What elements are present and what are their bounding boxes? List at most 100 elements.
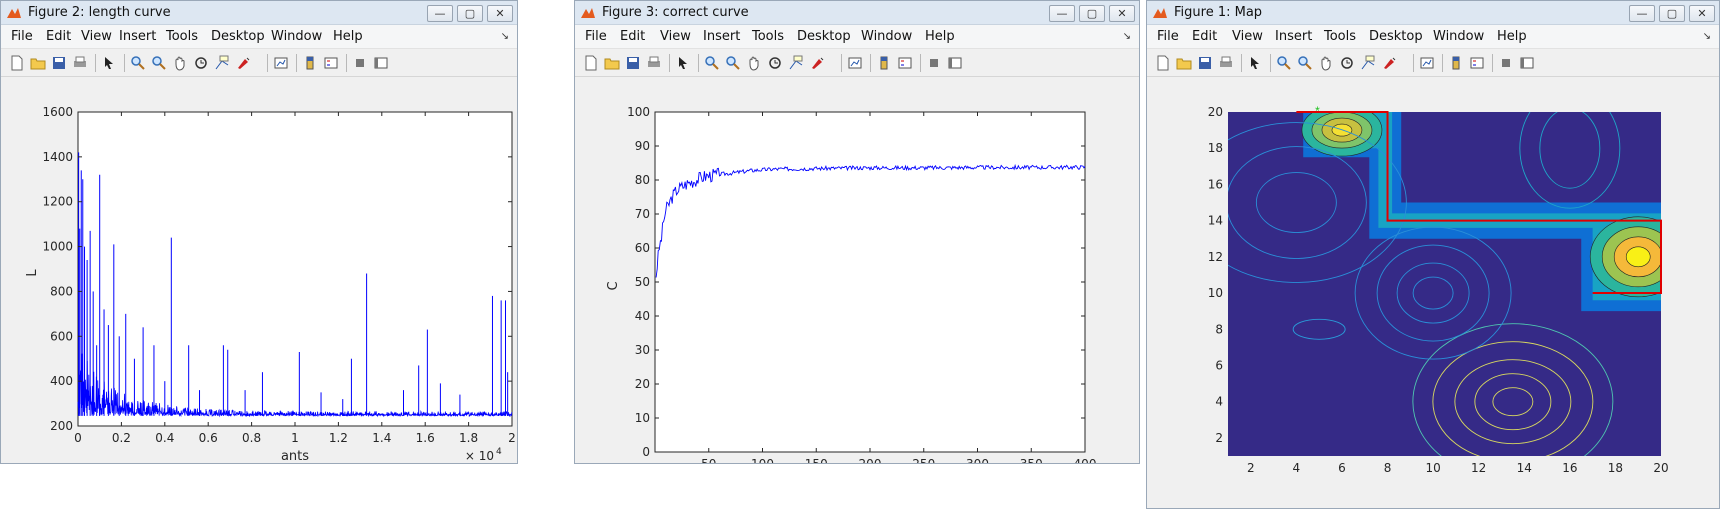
colorbar-icon[interactable] <box>302 55 318 71</box>
figure1-window[interactable]: Figure 1: Map — ▢ ✕ File Edit View Inser… <box>1146 0 1720 509</box>
menu-insert[interactable]: Insert <box>1275 29 1312 44</box>
show-plot-tools-icon[interactable] <box>1519 55 1535 71</box>
menu-help[interactable]: Help <box>925 29 955 44</box>
menu-desktop[interactable]: Desktop <box>797 29 851 44</box>
zoom-in-icon[interactable] <box>1276 55 1292 71</box>
rotate-icon[interactable] <box>193 55 209 71</box>
minimize-button[interactable]: — <box>1629 5 1655 22</box>
legend-icon[interactable] <box>323 55 339 71</box>
menu-desktop[interactable]: Desktop <box>1369 29 1423 44</box>
dock-arrow-icon[interactable]: ↘ <box>501 31 509 42</box>
menu-edit[interactable]: Edit <box>620 29 645 44</box>
hide-plot-tools-icon[interactable] <box>1498 55 1514 71</box>
zoom-out-icon[interactable] <box>725 55 741 71</box>
dock-arrow-icon[interactable]: ↘ <box>1703 31 1711 42</box>
colorbar-icon[interactable] <box>1448 55 1464 71</box>
pan-icon[interactable] <box>172 55 188 71</box>
figure3-window[interactable]: Figure 3: correct curve — ▢ ✕ File Edit … <box>574 0 1140 464</box>
menu-file[interactable]: File <box>11 29 33 44</box>
menu-edit[interactable]: Edit <box>46 29 71 44</box>
figure2-titlebar[interactable]: Figure 2: length curve — ▢ ✕ <box>1 1 517 25</box>
print-icon[interactable] <box>646 55 662 71</box>
save-icon[interactable] <box>51 55 67 71</box>
brush-icon[interactable] <box>1381 55 1397 71</box>
legend-icon[interactable] <box>1469 55 1485 71</box>
minimize-button[interactable]: — <box>427 5 453 22</box>
print-icon[interactable] <box>1218 55 1234 71</box>
minimize-button[interactable]: — <box>1049 5 1075 22</box>
menu-help[interactable]: Help <box>333 29 363 44</box>
show-plot-tools-icon[interactable] <box>373 55 389 71</box>
menu-file[interactable]: File <box>585 29 607 44</box>
pan-icon[interactable] <box>746 55 762 71</box>
print-icon[interactable] <box>72 55 88 71</box>
figure2-window[interactable]: Figure 2: length curve — ▢ ✕ File Edit V… <box>0 0 518 464</box>
y-tick-label: 10 <box>635 411 650 425</box>
open-icon[interactable] <box>604 55 620 71</box>
figure3-titlebar[interactable]: Figure 3: correct curve — ▢ ✕ <box>575 1 1139 25</box>
data-cursor-icon[interactable] <box>1360 55 1376 71</box>
menu-window[interactable]: Window <box>271 29 322 44</box>
brush-icon[interactable] <box>235 55 251 71</box>
colorbar-icon[interactable] <box>876 55 892 71</box>
open-icon[interactable] <box>30 55 46 71</box>
menu-view[interactable]: View <box>81 29 112 44</box>
close-button[interactable]: ✕ <box>1689 5 1715 22</box>
y-tick-label: 16 <box>1208 177 1223 191</box>
new-figure-icon[interactable] <box>9 55 25 71</box>
menu-insert[interactable]: Insert <box>703 29 740 44</box>
menu-help[interactable]: Help <box>1497 29 1527 44</box>
menu-tools[interactable]: Tools <box>1324 29 1356 44</box>
dock-arrow-icon[interactable]: ↘ <box>1123 31 1131 42</box>
y-tick-label: 30 <box>635 343 650 357</box>
y-tick-label: 400 <box>50 374 73 388</box>
x-tick-label: 4 <box>1293 461 1301 475</box>
link-plot-icon[interactable] <box>273 55 289 71</box>
link-plot-icon[interactable] <box>847 55 863 71</box>
menu-file[interactable]: File <box>1157 29 1179 44</box>
maximize-button[interactable]: ▢ <box>1659 5 1685 22</box>
pointer-icon[interactable] <box>675 55 691 71</box>
y-tick-label: 70 <box>635 207 650 221</box>
close-button[interactable]: ✕ <box>487 5 513 22</box>
zoom-out-icon[interactable] <box>1297 55 1313 71</box>
menu-view[interactable]: View <box>1232 29 1263 44</box>
rotate-icon[interactable] <box>767 55 783 71</box>
data-cursor-icon[interactable] <box>214 55 230 71</box>
menu-window[interactable]: Window <box>1433 29 1484 44</box>
x-tick-label: 0 <box>74 431 82 445</box>
new-figure-icon[interactable] <box>583 55 599 71</box>
legend-icon[interactable] <box>897 55 913 71</box>
menu-desktop[interactable]: Desktop <box>211 29 265 44</box>
show-plot-tools-icon[interactable] <box>947 55 963 71</box>
hide-plot-tools-icon[interactable] <box>352 55 368 71</box>
data-cursor-icon[interactable] <box>788 55 804 71</box>
link-plot-icon[interactable] <box>1419 55 1435 71</box>
menu-tools[interactable]: Tools <box>752 29 784 44</box>
menu-insert[interactable]: Insert <box>119 29 156 44</box>
new-figure-icon[interactable] <box>1155 55 1171 71</box>
figure1-titlebar[interactable]: Figure 1: Map — ▢ ✕ <box>1147 1 1719 25</box>
axes-box <box>654 111 1086 453</box>
zoom-out-icon[interactable] <box>151 55 167 71</box>
menu-edit[interactable]: Edit <box>1192 29 1217 44</box>
zoom-in-icon[interactable] <box>704 55 720 71</box>
save-icon[interactable] <box>1197 55 1213 71</box>
pointer-icon[interactable] <box>101 55 117 71</box>
hide-plot-tools-icon[interactable] <box>926 55 942 71</box>
brush-icon[interactable] <box>809 55 825 71</box>
maximize-button[interactable]: ▢ <box>1079 5 1105 22</box>
plot-area: 50 100 150 200 250 300 350 400 0 10 20 30 40 50 60 70 80… <box>575 79 1139 463</box>
save-icon[interactable] <box>625 55 641 71</box>
x-tick-label: 0.6 <box>199 431 218 445</box>
pointer-icon[interactable] <box>1247 55 1263 71</box>
menu-tools[interactable]: Tools <box>166 29 198 44</box>
open-icon[interactable] <box>1176 55 1192 71</box>
rotate-icon[interactable] <box>1339 55 1355 71</box>
menu-view[interactable]: View <box>660 29 691 44</box>
maximize-button[interactable]: ▢ <box>457 5 483 22</box>
pan-icon[interactable] <box>1318 55 1334 71</box>
close-button[interactable]: ✕ <box>1109 5 1135 22</box>
zoom-in-icon[interactable] <box>130 55 146 71</box>
menu-window[interactable]: Window <box>861 29 912 44</box>
